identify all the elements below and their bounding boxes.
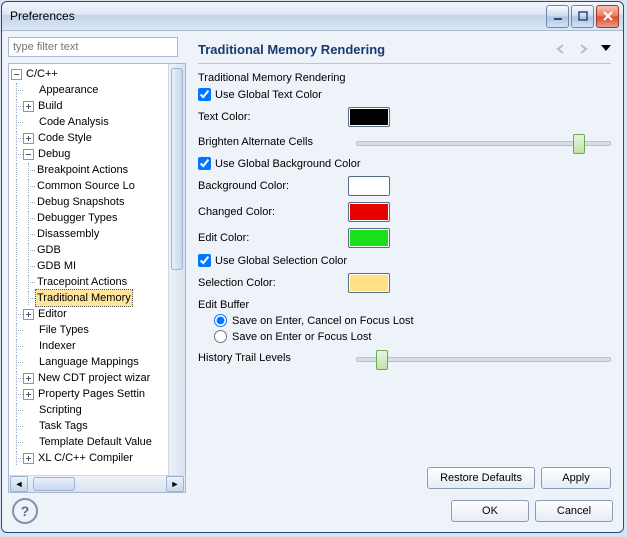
restore-defaults-button[interactable]: Restore Defaults <box>427 467 535 489</box>
selection-color-swatch[interactable] <box>348 273 390 293</box>
forward-icon[interactable] <box>575 41 591 57</box>
background-color-label: Background Color: <box>198 180 348 192</box>
save-enter-focus-label: Save on Enter or Focus Lost <box>232 331 371 343</box>
tree-item-editor[interactable]: Editor <box>36 306 69 322</box>
text-color-swatch[interactable] <box>348 107 390 127</box>
section-label: Traditional Memory Rendering <box>198 72 611 84</box>
text-color-label: Text Color: <box>198 111 348 123</box>
selection-color-label: Selection Color: <box>198 277 348 289</box>
tree-item-template-defaults[interactable]: Template Default Value <box>37 434 154 450</box>
tree-item-appearance[interactable]: Appearance <box>37 82 100 98</box>
client-area: C/C++ Appearance Build Code Analysis Cod… <box>2 31 623 532</box>
tree-item-disassembly[interactable]: Disassembly <box>35 226 101 242</box>
tree-item-code-analysis[interactable]: Code Analysis <box>37 114 111 130</box>
use-global-bg-color-checkbox[interactable] <box>198 157 211 170</box>
tree-item-debug-snapshots[interactable]: Debug Snapshots <box>35 194 126 210</box>
tree-item-gdb-mi[interactable]: GDB MI <box>35 258 78 274</box>
use-global-text-color-label: Use Global Text Color <box>215 89 322 101</box>
scroll-left-button[interactable]: ◄ <box>10 476 28 492</box>
maximize-button[interactable] <box>571 5 594 28</box>
tree-item-scripting[interactable]: Scripting <box>37 402 84 418</box>
dropdown-menu-icon[interactable] <box>601 44 611 54</box>
ok-button[interactable]: OK <box>451 500 529 522</box>
history-trail-slider[interactable] <box>356 349 611 367</box>
save-enter-cancel-label: Save on Enter, Cancel on Focus Lost <box>232 315 414 327</box>
tree-item-task-tags[interactable]: Task Tags <box>37 418 90 434</box>
apply-button[interactable]: Apply <box>541 467 611 489</box>
edit-buffer-label: Edit Buffer <box>198 299 611 311</box>
changed-color-label: Changed Color: <box>198 206 348 218</box>
changed-color-swatch[interactable] <box>348 202 390 222</box>
brighten-label: Brighten Alternate Cells <box>198 136 348 148</box>
tree-item-debugger-types[interactable]: Debugger Types <box>35 210 120 226</box>
tree-item-debug[interactable]: Debug <box>36 146 72 162</box>
tree-item-xl-compiler[interactable]: XL C/C++ Compiler <box>36 450 135 466</box>
titlebar[interactable]: Preferences <box>2 2 623 31</box>
tree-item-code-style[interactable]: Code Style <box>36 130 94 146</box>
save-enter-cancel-radio[interactable] <box>214 314 227 327</box>
page-title: Traditional Memory Rendering <box>198 42 547 57</box>
use-global-selection-color-checkbox[interactable] <box>198 254 211 267</box>
close-button[interactable] <box>596 5 619 28</box>
slider-handle[interactable] <box>376 350 388 370</box>
window-title: Preferences <box>10 9 544 23</box>
filter-input[interactable] <box>8 37 178 57</box>
preferences-window: Preferences C/C++ Appearance Build <box>1 1 624 533</box>
scrollbar-thumb[interactable] <box>171 68 183 270</box>
edit-color-label: Edit Color: <box>198 232 348 244</box>
background-color-swatch[interactable] <box>348 176 390 196</box>
tree-item-tracepoint-actions[interactable]: Tracepoint Actions <box>35 274 129 290</box>
tree-item-build[interactable]: Build <box>36 98 64 114</box>
tree-item-property-pages[interactable]: Property Pages Settin <box>36 386 147 402</box>
brighten-slider[interactable] <box>356 133 611 151</box>
tree-item-indexer[interactable]: Indexer <box>37 338 78 354</box>
use-global-text-color-checkbox[interactable] <box>198 88 211 101</box>
slider-handle[interactable] <box>573 134 585 154</box>
tree-vertical-scrollbar[interactable] <box>168 64 185 475</box>
tree-root[interactable]: C/C++ <box>24 66 60 82</box>
help-icon[interactable]: ? <box>12 498 38 524</box>
tree-item-gdb[interactable]: GDB <box>35 242 63 258</box>
tree-item-common-source[interactable]: Common Source Lo <box>35 178 137 194</box>
minimize-button[interactable] <box>546 5 569 28</box>
history-trail-label: History Trail Levels <box>198 352 348 364</box>
scroll-right-button[interactable]: ► <box>166 476 184 492</box>
tree-item-new-cdt[interactable]: New CDT project wizar <box>36 370 152 386</box>
tree-item-file-types[interactable]: File Types <box>37 322 91 338</box>
tree-item-language-mappings[interactable]: Language Mappings <box>37 354 141 370</box>
tree-item-breakpoint-actions[interactable]: Breakpoint Actions <box>35 162 130 178</box>
scrollbar-thumb[interactable] <box>33 477 75 491</box>
tree-horizontal-scrollbar[interactable]: ◄ ► <box>9 475 185 492</box>
tree-item-traditional-memory[interactable]: Traditional Memory <box>35 289 133 307</box>
use-global-bg-color-label: Use Global Background Color <box>215 158 361 170</box>
edit-color-swatch[interactable] <box>348 228 390 248</box>
cancel-button[interactable]: Cancel <box>535 500 613 522</box>
save-enter-focus-radio[interactable] <box>214 330 227 343</box>
preferences-tree[interactable]: C/C++ Appearance Build Code Analysis Cod… <box>9 64 168 475</box>
use-global-selection-color-label: Use Global Selection Color <box>215 255 347 267</box>
back-icon[interactable] <box>553 41 569 57</box>
tree-panel: C/C++ Appearance Build Code Analysis Cod… <box>8 63 186 493</box>
